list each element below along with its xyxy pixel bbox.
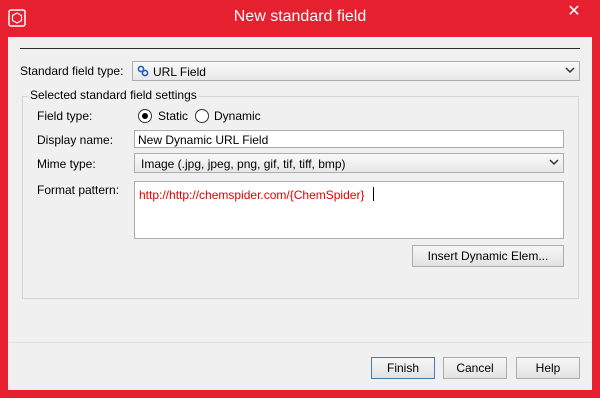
mime-type-select[interactable]: Image (.jpg, jpeg, png, gif, tif, tiff, … [134,153,564,173]
help-button[interactable]: Help [516,357,580,379]
chevron-down-icon [565,67,575,74]
dialog-window: New standard field ✕ Standard field type… [0,0,600,398]
title-bar[interactable]: New standard field ✕ [0,0,600,37]
static-radio-label[interactable]: Static [158,109,188,123]
top-separator [20,48,580,49]
standard-field-type-label: Standard field type: [20,64,124,78]
dynamic-radio[interactable] [195,109,209,123]
standard-field-type-value: URL Field [153,65,206,79]
insert-dynamic-element-button[interactable]: Insert Dynamic Elem... [412,245,564,267]
format-pattern-input[interactable]: http://http://chemspider.com/{ChemSpider… [134,181,564,239]
text-caret [373,187,374,201]
standard-field-type-select[interactable]: URL Field [132,61,580,81]
finish-button[interactable]: Finish [371,357,435,379]
mime-type-value: Image (.jpg, jpeg, png, gif, tif, tiff, … [141,157,346,171]
link-icon [137,65,149,77]
display-name-input[interactable]: New Dynamic URL Field [134,130,564,148]
finish-button-label: Finish [386,361,419,375]
close-icon: ✕ [567,3,581,20]
mime-type-label: Mime type: [37,157,96,171]
dialog-body: Standard field type: URL Field Selected … [8,37,592,390]
cancel-button[interactable]: Cancel [443,357,507,379]
dynamic-radio-label[interactable]: Dynamic [214,109,261,123]
format-pattern-value: http://http://chemspider.com/{ChemSpider… [139,188,365,202]
display-name-value: New Dynamic URL Field [138,133,269,147]
chevron-down-icon [549,159,559,166]
display-name-label: Display name: [37,133,114,147]
footer-separator [8,342,592,343]
settings-group-title: Selected standard field settings [28,88,199,102]
cancel-button-label: Cancel [456,361,494,375]
format-pattern-label: Format pattern: [37,183,120,197]
help-button-label: Help [535,361,561,375]
close-button[interactable]: ✕ [556,1,592,23]
window-title: New standard field [233,8,367,25]
field-type-label: Field type: [37,109,93,123]
static-radio[interactable] [138,109,152,123]
